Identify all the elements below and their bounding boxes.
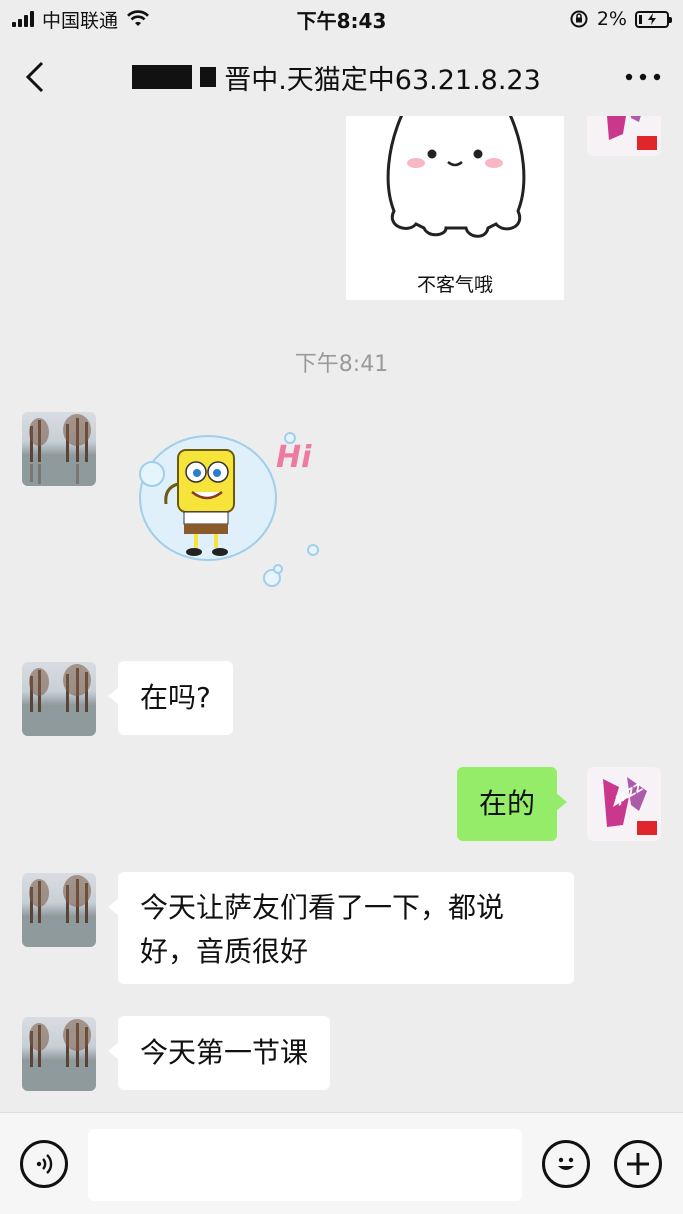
contact-avatar[interactable] [22,412,96,486]
plus-icon [627,1153,649,1175]
chat-title-area: 晋中.天猫定中63.21.8.23 [70,58,603,97]
sticker-hi-text: Hi [276,440,312,475]
message-bubble-incoming[interactable]: 今天第一节课 [107,1016,331,1090]
emoji-icon [558,1157,574,1170]
wifi-icon [127,10,149,26]
input-bar [0,1112,683,1214]
message-bubble-outgoing[interactable]: 在的 [457,767,568,841]
sticker-caption: 不客气哦 [416,274,493,296]
contact-avatar[interactable] [22,662,96,736]
voice-icon [36,1154,53,1174]
message-input[interactable] [88,1129,522,1201]
chat-title: 晋中.天猫定中63.21.8.23 [224,64,541,96]
voice-button[interactable] [20,1140,68,1188]
back-button[interactable] [0,38,70,116]
cute-bunny-sticker-icon [386,116,526,238]
chevron-left-icon [25,61,44,93]
battery-charging-icon [635,10,672,28]
plus-button[interactable] [614,1140,662,1188]
message-text: 在吗? [140,681,211,714]
status-bar-right: 2% [569,8,672,30]
redaction-block [132,65,193,89]
my-avatar[interactable]: JAZZ [587,767,661,841]
ellipsis-icon [625,73,661,81]
message-text: 今天第一节课 [140,1036,309,1069]
orientation-lock-icon [570,10,588,28]
signal-icon [12,11,34,27]
emoji-button[interactable] [542,1140,590,1188]
redaction-block [200,67,217,87]
message-text: 在的 [479,787,536,820]
message-bubble-incoming[interactable]: 今天让萨友们看了一下，都说 好，音质很好 [108,872,574,984]
sticker-message-incoming[interactable]: Hi [130,428,330,598]
message-text-line: 好，音质很好 [140,935,309,968]
message-list[interactable]: 不客气哦 下午8:41 Hi 在吗? 在的 JAZZ 今天让萨友们看了一下，都说… [0,116,683,1112]
battery-percent: 2% [596,8,627,30]
contact-avatar[interactable] [22,1017,96,1091]
more-button[interactable] [603,38,683,116]
status-bar: 中国联通 下午8:43 2% [0,0,683,38]
sticker-message-outgoing[interactable]: 不客气哦 [346,116,564,300]
message-timestamp: 下午8:41 [294,352,389,377]
carrier-label: 中国联通 [42,9,119,32]
chat-header: 晋中.天猫定中63.21.8.23 [0,38,683,116]
my-avatar[interactable] [587,116,661,156]
status-bar-left: 中国联通 [12,6,150,33]
message-text-line: 今天让萨友们看了一下，都说 [140,891,505,924]
message-bubble-incoming[interactable]: 在吗? [108,661,233,735]
contact-avatar[interactable] [22,873,96,947]
